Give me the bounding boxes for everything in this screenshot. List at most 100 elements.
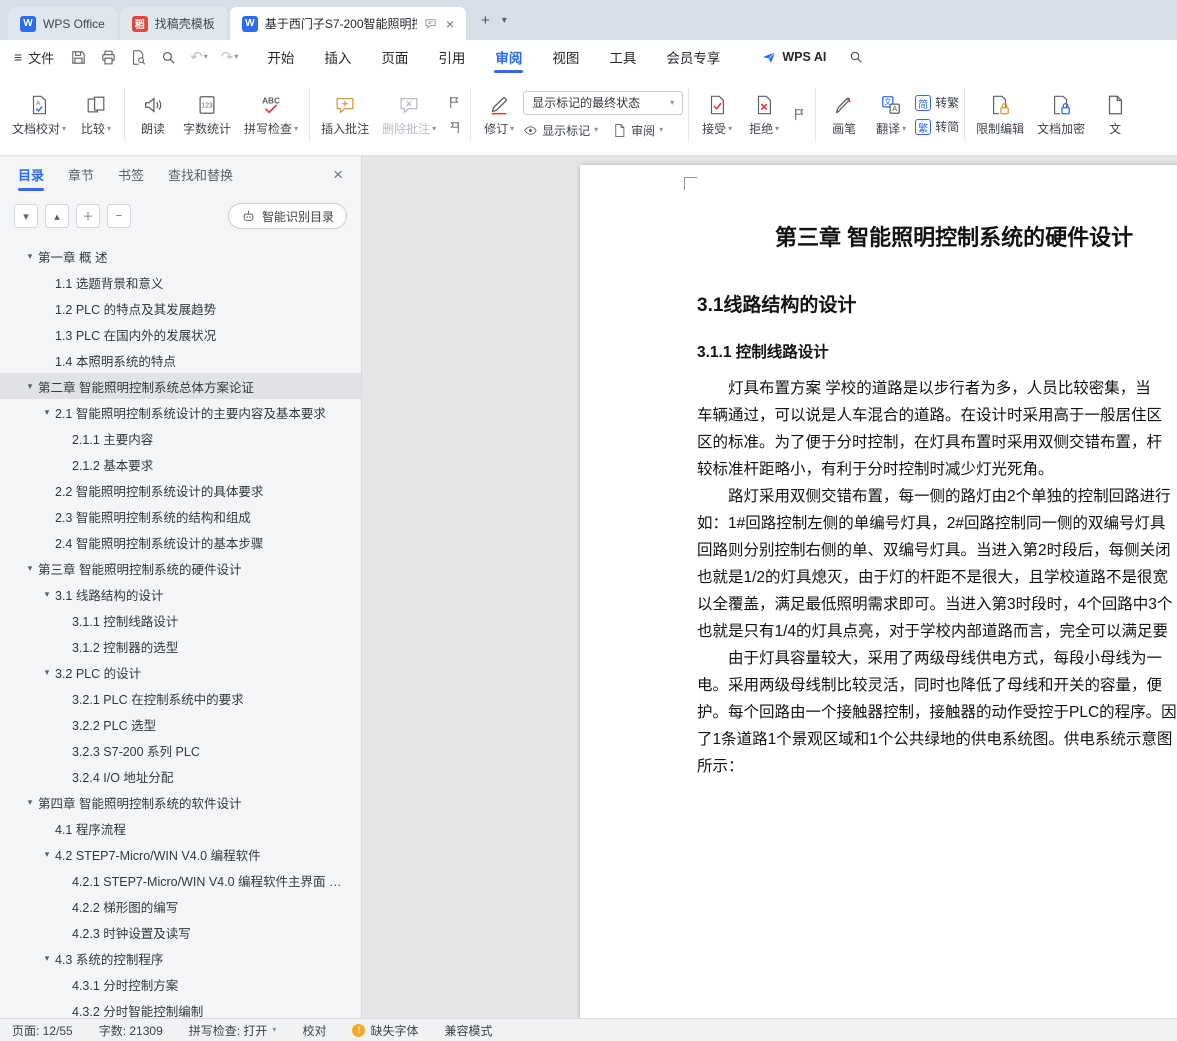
word-count-status[interactable]: 字数: 21309 [99, 1022, 163, 1039]
file-menu[interactable]: ≡ 文件 [14, 48, 54, 67]
menu-tab-7[interactable]: 工具 [594, 40, 651, 74]
compare-button[interactable]: 比较 ▾ [73, 89, 119, 140]
to-simplified-button[interactable]: 繁 转简 [915, 118, 959, 135]
toc-item[interactable]: 4.1 程序流程 [0, 815, 361, 841]
delete-comment-button[interactable]: 删除批注 ▾ [376, 89, 442, 140]
tab-docer-template[interactable]: 稻 找稿壳模板 [119, 7, 227, 40]
sidebar-close-icon[interactable]: × [333, 165, 343, 185]
wps-ai-button[interactable]: WPS AI [761, 49, 826, 65]
toc-item[interactable]: 1.2 PLC 的特点及其发展趋势 [0, 295, 361, 321]
toc-item[interactable]: ▾ 第三章 智能照明控制系统的硬件设计 [0, 555, 361, 581]
toc-item[interactable]: 1.1 选题背景和意义 [0, 269, 361, 295]
compat-mode-indicator[interactable]: 兼容模式 [444, 1022, 492, 1039]
smart-toc-button[interactable]: 智能识别目录 [227, 203, 347, 229]
toc-item[interactable]: ▾ 第一章 概 述 [0, 243, 361, 269]
track-changes-button[interactable]: 修订 ▾ [476, 89, 522, 140]
toc-collapse-arrow-icon[interactable]: ▾ [39, 589, 55, 600]
toc-collapse-arrow-icon[interactable]: ▾ [22, 563, 38, 574]
reject-revision-button[interactable]: 拒绝 ▾ [741, 89, 787, 140]
spellcheck-status[interactable]: 拼写检查: 打开 ▾ [189, 1022, 277, 1039]
sidebar-tab-toc[interactable]: 目录 [18, 156, 45, 193]
toc-zoom-in-button[interactable]: ＋ [76, 204, 100, 228]
clipped-ribbon-button[interactable]: 文 [1092, 89, 1138, 140]
read-aloud-button[interactable]: 朗读 [130, 89, 176, 140]
menu-tab-4[interactable]: 引用 [423, 40, 480, 74]
document-canvas[interactable]: 第三章 智能照明控制系统的硬件设计 3.1线路结构的设计 3.1.1 控制线路设… [362, 156, 1177, 1018]
toc-item[interactable]: ▾ 3.2 PLC 的设计 [0, 659, 361, 685]
toc-item[interactable]: ▾ 第二章 智能照明控制系统总体方案论证 [0, 373, 361, 399]
missing-font-warning[interactable]: ! 缺失字体 [352, 1022, 418, 1039]
redo-button[interactable]: ↷ ▾ [221, 50, 239, 65]
toc-item[interactable]: 4.2.1 STEP7-Micro/WIN V4.0 编程软件主界面 … [0, 867, 361, 893]
menu-tab-2[interactable]: 插入 [309, 40, 366, 74]
toc-item[interactable]: 4.3.2 分时智能控制编制 [0, 997, 361, 1019]
proofread-button[interactable]: 校对 [302, 1022, 326, 1039]
toc-item[interactable]: 3.2.2 PLC 选型 [0, 711, 361, 737]
toc-item[interactable]: 3.2.4 I/O 地址分配 [0, 763, 361, 789]
next-comment-button[interactable] [443, 118, 465, 136]
toc-item[interactable]: 3.2.3 S7-200 系列 PLC [0, 737, 361, 763]
toc-collapse-arrow-icon[interactable]: ▾ [39, 849, 55, 860]
show-markup-button[interactable]: 显示标记 ▾ [523, 122, 598, 139]
toc-collapse-arrow-icon[interactable]: ▾ [22, 251, 38, 262]
toc-item[interactable]: 4.3.1 分时控制方案 [0, 971, 361, 997]
toc-collapse-arrow-icon[interactable]: ▾ [39, 667, 55, 678]
print-icon[interactable] [100, 49, 117, 66]
toc-item[interactable]: ▾ 2.1 智能照明控制系统设计的主要内容及基本要求 [0, 399, 361, 425]
to-traditional-button[interactable]: 简 转繁 [915, 94, 959, 111]
toc-item[interactable]: 2.1.2 基本要求 [0, 451, 361, 477]
markup-state-select[interactable]: 显示标记的最终状态 ▾ [523, 90, 684, 115]
toc-item[interactable]: 3.1.1 控制线路设计 [0, 607, 361, 633]
next-revision-button[interactable] [788, 106, 810, 124]
toc-item[interactable]: 1.4 本照明系统的特点 [0, 347, 361, 373]
doc-proof-button[interactable]: 文档校对 ▾ [6, 89, 72, 140]
insert-comment-button[interactable]: 插入批注 [315, 89, 375, 140]
menu-tab-6[interactable]: 视图 [537, 40, 594, 74]
toc-item[interactable]: 3.1.2 控制器的选型 [0, 633, 361, 659]
toc-item[interactable]: 4.2.2 梯形图的编写 [0, 893, 361, 919]
new-tab-button[interactable]: + [481, 12, 490, 29]
tab-wps-office[interactable]: W WPS Office [8, 7, 117, 40]
toc-collapse-arrow-icon[interactable]: ▾ [22, 797, 38, 808]
review-pane-button[interactable]: 审阅 ▾ [612, 122, 663, 139]
menu-tab-1[interactable]: 开始 [252, 40, 309, 74]
toc-item[interactable]: 2.1.1 主要内容 [0, 425, 361, 451]
spell-check-button[interactable]: 拼写检查 ▾ [238, 89, 304, 140]
toc-item[interactable]: 2.3 智能照明控制系统的结构和组成 [0, 503, 361, 529]
toc-item[interactable]: 4.2.3 时钟设置及读写 [0, 919, 361, 945]
sidebar-tab-chapters[interactable]: 章节 [68, 156, 94, 193]
previous-comment-button[interactable] [443, 93, 465, 111]
toc-collapse-arrow-icon[interactable]: ▾ [39, 407, 55, 418]
toc-item[interactable]: ▾ 4.2 STEP7-Micro/WIN V4.0 编程软件 [0, 841, 361, 867]
toc-item[interactable]: ▾ 第四章 智能照明控制系统的软件设计 [0, 789, 361, 815]
accept-revision-button[interactable]: 接受 ▾ [694, 89, 740, 140]
toc-item[interactable]: 2.4 智能照明控制系统设计的基本步骤 [0, 529, 361, 555]
ink-pen-button[interactable]: 画笔 [821, 89, 867, 140]
save-icon[interactable] [70, 49, 87, 66]
menu-tab-8[interactable]: 会员专享 [651, 40, 735, 74]
toc-expand-all-button[interactable]: ▾ [14, 204, 38, 228]
search-icon[interactable] [848, 49, 864, 65]
sidebar-tab-bookmarks[interactable]: 书签 [118, 156, 144, 193]
encrypt-document-button[interactable]: 文档加密 [1031, 89, 1091, 140]
document-page[interactable]: 第三章 智能照明控制系统的硬件设计 3.1线路结构的设计 3.1.1 控制线路设… [580, 165, 1177, 1018]
toc-item[interactable]: 2.2 智能照明控制系统设计的具体要求 [0, 477, 361, 503]
toc-zoom-out-button[interactable]: − [107, 204, 131, 228]
toc-item[interactable]: 3.2.1 PLC 在控制系统中的要求 [0, 685, 361, 711]
word-count-button[interactable]: 字数统计 [177, 89, 237, 140]
restrict-editing-button[interactable]: 限制编辑 [970, 89, 1030, 140]
page-indicator[interactable]: 页面: 12/55 [12, 1022, 73, 1039]
find-replace-icon[interactable] [160, 49, 177, 66]
tab-document-active[interactable]: W 基于西门子S7-200智能照明控 × [229, 7, 466, 40]
toc-collapse-all-button[interactable]: ▴ [45, 204, 69, 228]
print-preview-icon[interactable] [130, 49, 147, 66]
toc-item[interactable]: ▾ 4.3 系统的控制程序 [0, 945, 361, 971]
toc-item[interactable]: 1.3 PLC 在国内外的发展状况 [0, 321, 361, 347]
tab-close-icon[interactable]: × [446, 16, 454, 32]
translate-button[interactable]: 翻译 ▾ [868, 89, 914, 140]
sidebar-tab-find-replace[interactable]: 查找和替换 [168, 156, 233, 193]
menu-tab-5[interactable]: 审阅 [480, 40, 537, 74]
menu-tab-3[interactable]: 页面 [366, 40, 423, 74]
toc-collapse-arrow-icon[interactable]: ▾ [39, 953, 55, 964]
undo-button[interactable]: ↶ ▾ [190, 50, 208, 65]
